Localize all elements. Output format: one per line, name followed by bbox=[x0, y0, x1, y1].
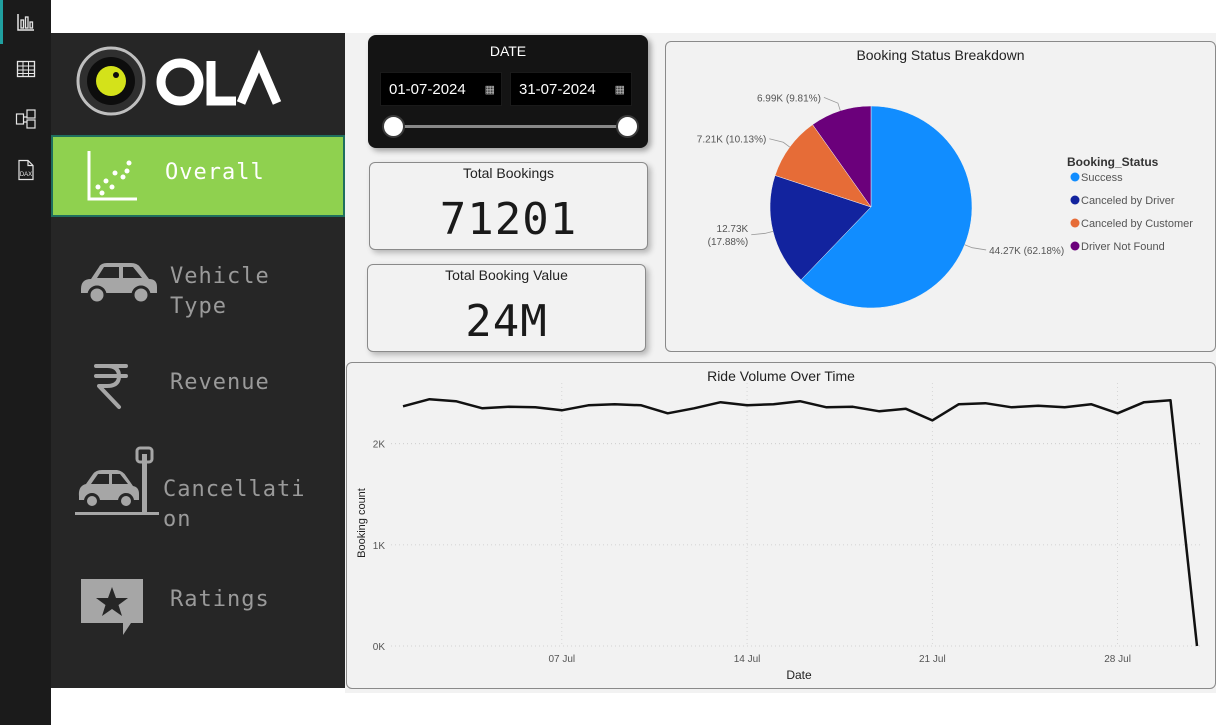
calendar-icon[interactable]: ▦ bbox=[485, 73, 495, 107]
x-tick-label: 14 Jul bbox=[734, 654, 761, 665]
pie-leader-line bbox=[769, 138, 790, 148]
kpi-total-booking-value: Total Booking Value 24M bbox=[367, 264, 646, 352]
nav-item-ratings[interactable]: Ratings bbox=[51, 570, 345, 640]
x-tick-label: 21 Jul bbox=[919, 654, 946, 665]
x-axis-label: Date bbox=[786, 668, 812, 682]
end-date-input[interactable]: 31-07-2024 ▦ bbox=[510, 72, 632, 106]
date-range-slider-track[interactable] bbox=[394, 125, 626, 128]
nav-label-ratings: Ratings bbox=[170, 587, 270, 612]
bar-chart-icon bbox=[16, 14, 34, 31]
kpi-total-booking-value-value: 24M bbox=[465, 296, 548, 347]
star-review-icon bbox=[81, 579, 143, 635]
report-window: DAX Overall Vehicle Type Revenue Cancell… bbox=[0, 0, 1216, 725]
date-slicer-title: DATE bbox=[489, 43, 527, 59]
legend-entry[interactable]: Canceled by Customer bbox=[1081, 218, 1193, 230]
nav-label-vehicle-line2: Type bbox=[170, 294, 227, 319]
pie-data-label: 6.99K (9.81%) bbox=[757, 93, 821, 104]
kpi-total-bookings: Total Bookings 71201 bbox=[369, 162, 648, 250]
legend-entry[interactable]: Driver Not Found bbox=[1081, 241, 1165, 253]
model-icon bbox=[15, 109, 36, 129]
ride-volume-series-line bbox=[402, 397, 1199, 647]
legend-title: Booking_Status bbox=[1067, 155, 1159, 169]
start-date-input[interactable]: 01-07-2024 ▦ bbox=[380, 72, 502, 106]
legend-marker bbox=[1070, 241, 1080, 251]
nav-label-vehicle-line1: Vehicle bbox=[170, 264, 270, 289]
x-tick-label: 28 Jul bbox=[1104, 654, 1131, 665]
date-slicer: DATE 01-07-2024 ▦ 31-07-2024 ▦ bbox=[368, 35, 648, 148]
calendar-icon[interactable]: ▦ bbox=[615, 73, 625, 107]
pie-data-label: 12.73K bbox=[717, 224, 749, 235]
view-rail: DAX bbox=[0, 0, 51, 725]
x-tick-label: 07 Jul bbox=[548, 654, 575, 665]
car-icon bbox=[81, 263, 157, 305]
model-view-button[interactable] bbox=[0, 97, 51, 141]
start-date-value: 01-07-2024 bbox=[389, 81, 466, 98]
y-axis-label: Booking count bbox=[356, 488, 368, 558]
y-tick-label: 0K bbox=[373, 642, 386, 653]
scatter-chart-icon bbox=[87, 151, 137, 201]
pie-data-label: (17.88%) bbox=[708, 237, 749, 248]
kpi-total-bookings-value: 71201 bbox=[439, 194, 578, 245]
pie-leader-line bbox=[823, 97, 841, 111]
nav-label-overall: Overall bbox=[165, 160, 265, 185]
pie-data-label: 44.27K (62.18%) bbox=[989, 246, 1064, 257]
kpi-total-bookings-title: Total Bookings bbox=[462, 165, 555, 181]
nav-label-cancellation-line2: on bbox=[163, 507, 192, 532]
ola-logo bbox=[76, 45, 286, 117]
legend-marker bbox=[1070, 195, 1080, 205]
date-range-end-handle[interactable] bbox=[616, 115, 639, 138]
legend-entry[interactable]: Canceled by Driver bbox=[1081, 195, 1175, 207]
ride-volume-line-card: Ride Volume Over Time 0K 1K 2K 07 Jul 14 Ju… bbox=[346, 362, 1216, 689]
canvas-top-margin bbox=[51, 0, 1216, 33]
table-icon bbox=[16, 60, 35, 78]
booking-status-pie-chart: 44.27K (62.18%) 12.73K (17.88%) 7.21K (10.1… bbox=[697, 93, 1193, 309]
nav-item-vehicle-type[interactable]: Vehicle Type bbox=[51, 245, 345, 335]
legend-entry[interactable]: Success bbox=[1081, 172, 1123, 184]
nav-label-cancellation-line1: Cancellati bbox=[163, 477, 306, 502]
nav-item-cancellation[interactable]: Cancellati on bbox=[51, 440, 345, 540]
nav-label-revenue: Revenue bbox=[170, 370, 270, 395]
pie-data-label: 7.21K (10.13%) bbox=[697, 135, 767, 146]
nav-item-revenue[interactable]: Revenue bbox=[51, 355, 345, 415]
ride-volume-line-chart: 0K 1K 2K 07 Jul 14 Jul 21 Jul 28 Jul Booking … bbox=[356, 383, 1202, 682]
car-crash-icon bbox=[75, 446, 159, 515]
pie-leader-line bbox=[964, 244, 987, 251]
date-range-start-handle[interactable] bbox=[382, 115, 405, 138]
booking-status-pie-card: Booking Status Breakdown 44.27K (62.18%)… bbox=[665, 41, 1216, 352]
rupee-icon bbox=[94, 364, 128, 409]
legend-marker bbox=[1070, 218, 1080, 228]
dax-icon: DAX bbox=[17, 159, 34, 181]
y-tick-label: 2K bbox=[373, 440, 386, 451]
table-view-button[interactable] bbox=[0, 47, 51, 91]
y-tick-label: 1K bbox=[373, 541, 386, 552]
report-view-button[interactable] bbox=[0, 0, 51, 44]
nav-item-overall[interactable]: Overall bbox=[51, 135, 345, 217]
dax-query-view-button[interactable]: DAX bbox=[0, 148, 51, 192]
end-date-value: 31-07-2024 bbox=[519, 81, 596, 98]
ola-logo-mark bbox=[76, 46, 282, 116]
legend-marker bbox=[1070, 172, 1080, 182]
svg-text:DAX: DAX bbox=[19, 172, 31, 178]
pie-leader-line bbox=[751, 231, 774, 236]
kpi-total-booking-value-title: Total Booking Value bbox=[445, 267, 568, 283]
